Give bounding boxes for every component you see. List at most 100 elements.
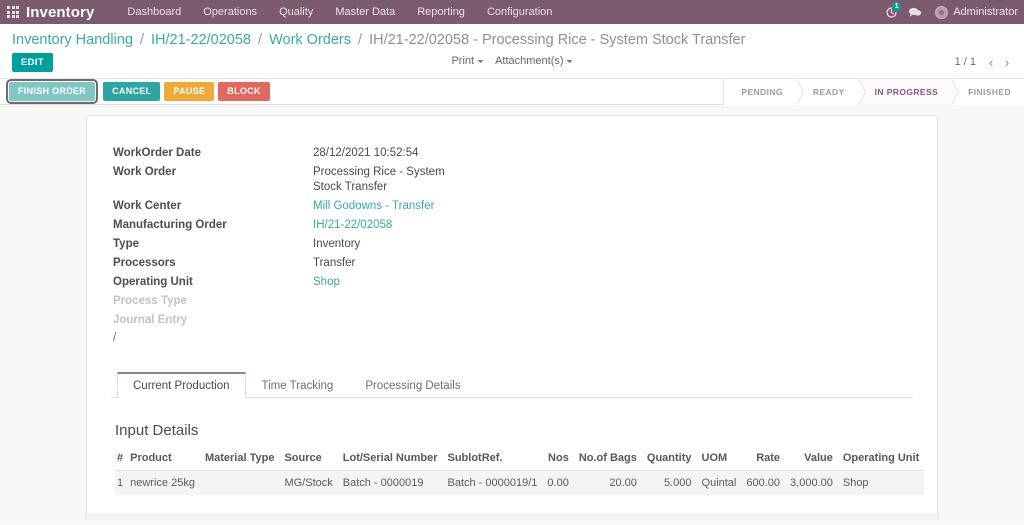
field-label-type: Type — [113, 238, 139, 250]
form-sheet: WorkOrder Date 28/12/2021 10:52:54 Work … — [86, 115, 938, 520]
apps-grid-icon[interactable] — [0, 0, 26, 24]
column-header-quantity[interactable]: Quantity — [641, 450, 697, 471]
column-header-sublot-ref[interactable]: SublotRef. — [442, 450, 543, 471]
field-value-process-type — [313, 292, 671, 311]
field-value-type: Inventory — [313, 238, 361, 250]
breadcrumb-separator: / — [358, 32, 363, 48]
breadcrumb-item-work-orders[interactable]: Work Orders — [269, 32, 351, 48]
column-header-index[interactable]: # — [115, 450, 126, 471]
input-details-title: Input Details — [115, 422, 199, 439]
field-label-operating-unit: Operating Unit — [113, 276, 193, 288]
column-header-value[interactable]: Value — [785, 450, 838, 471]
breadcrumb: Inventory Handling / IH/21-22/02058 / Wo… — [0, 24, 1024, 50]
pager-next-icon[interactable]: › — [1000, 54, 1014, 70]
cell-operating-unit[interactable]: Shop — [837, 470, 925, 495]
input-details-table: # Product Material Type Source Lot/Seria… — [115, 450, 925, 495]
cell-no-of-bags[interactable]: 20.00 — [573, 470, 642, 495]
status-step-finished[interactable]: FINISHED — [951, 79, 1024, 105]
menu-quality[interactable]: Quality — [268, 0, 324, 24]
field-label-work-order: Work Order — [113, 166, 177, 178]
cell-sublot-ref[interactable]: Batch - 0000019/1 — [442, 470, 543, 495]
form-field-group: WorkOrder Date 28/12/2021 10:52:54 Work … — [111, 144, 671, 330]
cell-value[interactable]: 3,000.00 — [785, 470, 838, 495]
table-header: # Product Material Type Source Lot/Seria… — [115, 450, 925, 471]
notebook: Current Production Time Tracking Process… — [111, 372, 925, 495]
breadcrumb-item-order-ref[interactable]: IH/21-22/02058 — [151, 32, 251, 48]
field-label-journal-entry: Journal Entry — [113, 314, 188, 326]
menu-configuration[interactable]: Configuration — [476, 0, 563, 24]
app-name-inventory[interactable]: Inventory — [26, 4, 94, 21]
menu-dashboard[interactable]: Dashboard — [116, 0, 192, 24]
breadcrumb-item-inventory-handling[interactable]: Inventory Handling — [12, 32, 133, 48]
column-header-no-of-bags[interactable]: No.of Bags — [573, 450, 642, 471]
cell-quantity[interactable]: 5.000 — [641, 470, 697, 495]
breadcrumb-item-current: IH/21-22/02058 - Processing Rice - Syste… — [369, 32, 746, 48]
notebook-tab-strip: Current Production Time Tracking Process… — [111, 372, 913, 398]
menu-master-data[interactable]: Master Data — [324, 0, 406, 24]
status-step-in-progress[interactable]: IN PROGRESS — [857, 79, 960, 105]
column-header-nos[interactable]: Nos — [542, 450, 574, 471]
field-value-processors: Transfer — [313, 257, 356, 269]
navbar-right-group: 1 Administrator — [879, 0, 1024, 24]
field-value-workorder-date: 28/12/2021 10:52:54 — [313, 147, 419, 159]
cell-rate[interactable]: 600.00 — [741, 470, 786, 495]
attachments-dropdown[interactable]: Attachment(s) — [495, 55, 573, 67]
menu-reporting[interactable]: Reporting — [406, 0, 476, 24]
field-label-process-type: Process Type — [113, 295, 187, 307]
user-menu[interactable]: Administrator — [927, 5, 1022, 19]
finish-order-button[interactable]: FINISH ORDER — [5, 79, 99, 104]
table-row[interactable]: 1 newrice 25kg MG/Stock Batch - 0000019 … — [115, 470, 925, 495]
field-value-work-center[interactable]: Mill Godowns - Transfer — [313, 197, 671, 216]
field-label-manufacturing-order: Manufacturing Order — [113, 219, 227, 231]
breadcrumb-separator: / — [139, 32, 144, 48]
cell-lot-serial-number[interactable]: Batch - 0000019 — [337, 470, 443, 495]
cell-product[interactable]: newrice 25kg — [125, 470, 200, 495]
control-panel-buttons-row: EDIT Print Attachment(s) 1 / 1 ‹ › — [0, 50, 1024, 78]
user-avatar-icon — [935, 5, 949, 19]
journal-entry-reference: / — [113, 332, 117, 344]
control-panel: Inventory Handling / IH/21-22/02058 / Wo… — [0, 24, 1024, 79]
tab-processing-details[interactable]: Processing Details — [349, 372, 476, 398]
pause-button[interactable]: PAUSE — [164, 82, 215, 101]
column-header-operating-unit[interactable]: Operating Unit — [837, 450, 925, 471]
column-header-material-type[interactable]: Material Type — [199, 450, 280, 471]
table-header-row: # Product Material Type Source Lot/Seria… — [115, 450, 925, 471]
print-label: Print — [451, 55, 475, 67]
username-label: Administrator — [953, 6, 1018, 18]
field-label-workorder-date: WorkOrder Date — [113, 147, 201, 159]
cell-nos[interactable]: 0.00 — [542, 470, 574, 495]
field-value-manufacturing-order[interactable]: IH/21-22/02058 — [313, 216, 671, 235]
chevron-down-icon — [566, 59, 573, 63]
breadcrumb-separator: / — [258, 32, 263, 48]
activity-clock-icon[interactable]: 1 — [879, 0, 903, 24]
field-label-processors: Processors — [113, 257, 176, 269]
column-header-source[interactable]: Source — [279, 450, 338, 471]
field-value-operating-unit[interactable]: Shop — [313, 273, 671, 292]
status-step-ready[interactable]: READY — [795, 79, 866, 105]
content-area: WorkOrder Date 28/12/2021 10:52:54 Work … — [0, 105, 1024, 520]
status-action-bar: FINISH ORDER CANCEL PAUSE BLOCK PENDING … — [0, 79, 1024, 105]
input-details-section: Input Details # Product Material Type So… — [111, 398, 925, 495]
block-button[interactable]: BLOCK — [218, 82, 270, 101]
cell-material-type[interactable] — [199, 470, 280, 495]
cell-uom[interactable]: Quintal — [696, 470, 742, 495]
column-header-product[interactable]: Product — [125, 450, 200, 471]
control-panel-action-dropdowns: Print Attachment(s) — [451, 55, 573, 67]
column-header-uom[interactable]: UOM — [696, 450, 742, 471]
cell-source[interactable]: MG/Stock — [279, 470, 338, 495]
pager-count: 1 / 1 — [954, 56, 976, 68]
field-value-journal-entry — [313, 311, 671, 330]
cancel-button[interactable]: CANCEL — [103, 82, 161, 101]
cell-index: 1 — [115, 470, 126, 495]
menu-operations[interactable]: Operations — [192, 0, 268, 24]
activity-badge-count: 1 — [892, 2, 902, 11]
status-step-pending[interactable]: PENDING — [724, 79, 804, 105]
print-dropdown[interactable]: Print — [451, 55, 484, 67]
tab-time-tracking[interactable]: Time Tracking — [246, 372, 350, 398]
column-header-rate[interactable]: Rate — [741, 450, 786, 471]
column-header-lot-serial-number[interactable]: Lot/Serial Number — [337, 450, 443, 471]
tab-current-production[interactable]: Current Production — [117, 372, 246, 398]
pager-previous-icon[interactable]: ‹ — [984, 54, 998, 70]
edit-button[interactable]: EDIT — [12, 53, 53, 72]
messaging-bubble-icon[interactable] — [903, 0, 927, 24]
